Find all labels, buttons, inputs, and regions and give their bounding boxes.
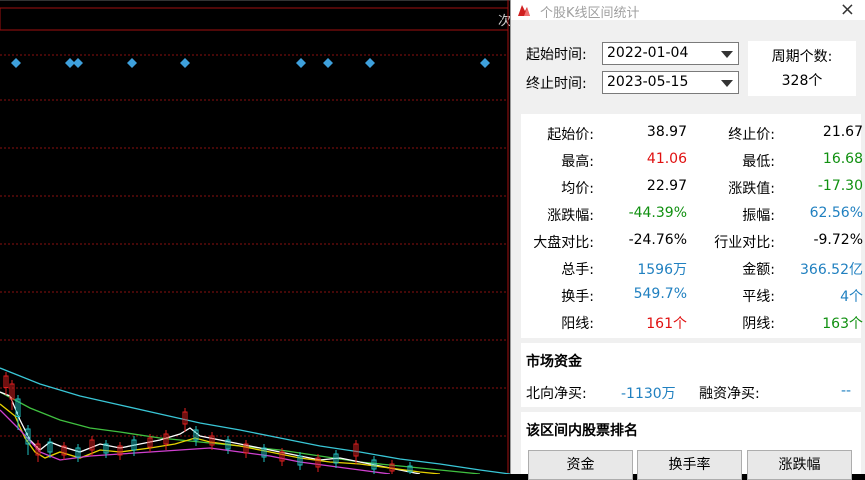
stat-row: 总手: 1596万 金额: 366.52亿 xyxy=(521,259,863,286)
signal-diamond-icon xyxy=(73,58,83,68)
stat-label: 总手: xyxy=(561,262,594,278)
stat-label: 金额: xyxy=(742,262,775,278)
stat-value: -24.76% xyxy=(628,232,687,248)
stat-value: 16.68 xyxy=(822,151,863,167)
stat-row: 大盘对比: -24.76% 行业对比: -9.72% xyxy=(521,232,863,259)
stat-label: 终止价: xyxy=(728,127,775,143)
close-icon[interactable]: × xyxy=(840,0,855,20)
stat-value: 38.97 xyxy=(646,124,687,140)
signal-diamond-icon xyxy=(180,58,190,68)
stat-value: 161个 xyxy=(646,316,687,332)
stat-row: 最高: 41.06 最低: 16.68 xyxy=(521,151,863,178)
kline-chart[interactable]: 次 xyxy=(0,0,510,474)
stat-value: 4个 xyxy=(840,289,863,305)
chevron-down-icon[interactable] xyxy=(721,51,733,58)
signal-diamond-icon xyxy=(296,58,306,68)
stat-label: 阳线: xyxy=(561,316,594,332)
stat-label: 起始价: xyxy=(547,127,594,143)
northbound-label: 北向净买: xyxy=(526,386,587,402)
period-count-box: 周期个数: 328个 xyxy=(748,41,856,96)
stat-value: 1596万 xyxy=(637,262,687,278)
stat-label: 平线: xyxy=(742,289,775,305)
moving-average-line xyxy=(0,391,421,474)
stat-label: 行业对比: xyxy=(714,235,775,251)
chart-toolbar-frame xyxy=(0,7,509,31)
dialog-title: 个股K线区间统计 xyxy=(540,6,640,21)
stat-label: 换手: xyxy=(561,289,594,305)
app-icon xyxy=(518,5,530,16)
stat-label: 涨跌幅: xyxy=(547,208,594,224)
stat-label: 阴线: xyxy=(742,316,775,332)
period-count-value: 328个 xyxy=(781,73,823,89)
rank-by-funds-button[interactable]: 资金 xyxy=(528,450,633,480)
end-time-label: 终止时间: xyxy=(526,76,587,92)
period-count-label: 周期个数: xyxy=(771,49,833,65)
chevron-down-icon[interactable] xyxy=(721,80,733,87)
kline-interval-stats-dialog: 个股K线区间统计 × 起始时间: 2022-01-04 终止时间: 2023-0… xyxy=(510,0,865,480)
moving-average-line xyxy=(0,391,481,474)
margin-buy-label: 融资净买: xyxy=(699,386,760,402)
signal-diamond-icon xyxy=(480,58,490,68)
stat-label: 最低: xyxy=(742,154,775,170)
stat-value: 163个 xyxy=(822,316,863,332)
market-funds-title: 市场资金 xyxy=(526,354,582,370)
market-funds-section: 市场资金 北向净买: -1130万 融资净买: -- xyxy=(521,343,861,407)
stat-row: 起始价: 38.97 终止价: 21.67 xyxy=(521,124,863,151)
ranking-title: 该区间内股票排名 xyxy=(526,423,638,439)
stat-value: 22.97 xyxy=(646,178,687,194)
stat-label: 最高: xyxy=(561,154,594,170)
stat-value: 62.56% xyxy=(809,205,863,221)
stat-label: 大盘对比: xyxy=(533,235,594,251)
stat-row: 均价: 22.97 涨跌值: -17.30 xyxy=(521,178,863,205)
start-time-select[interactable]: 2022-01-04 xyxy=(602,42,739,65)
end-time-select[interactable]: 2023-05-15 xyxy=(602,71,739,94)
signal-diamond-icon xyxy=(323,58,333,68)
stat-row: 阳线: 161个 阴线: 163个 xyxy=(521,313,863,340)
start-time-label: 起始时间: xyxy=(526,47,587,63)
stat-label: 均价: xyxy=(561,181,594,197)
rank-by-change-button[interactable]: 涨跌幅 xyxy=(747,450,852,480)
signal-diamond-icon xyxy=(365,58,375,68)
stats-panel: 起始价: 38.97 终止价: 21.67 最高: 41.06 最低: 16.68 均价: 22.… xyxy=(521,114,863,340)
stat-value: -9.72% xyxy=(813,232,863,248)
signal-diamond-icon xyxy=(11,58,21,68)
signal-diamond-icon xyxy=(127,58,137,68)
rank-by-turnover-button[interactable]: 换手率 xyxy=(637,450,742,480)
stat-label: 振幅: xyxy=(742,208,775,224)
stat-label: 涨跌值: xyxy=(728,181,775,197)
kline-chart-canvas[interactable]: 次 xyxy=(0,0,510,474)
stat-value: -44.39% xyxy=(628,205,687,221)
start-time-value: 2022-01-04 xyxy=(607,45,689,61)
dialog-titlebar[interactable]: 个股K线区间统计 × xyxy=(511,0,865,21)
margin-buy-value: -- xyxy=(841,383,852,399)
stat-value: -17.30 xyxy=(817,178,863,194)
stat-value: 21.67 xyxy=(822,124,863,140)
stat-value: 366.52亿 xyxy=(800,262,863,278)
stat-value: 549.7% xyxy=(633,286,687,302)
end-time-value: 2023-05-15 xyxy=(607,74,689,90)
stat-value: 41.06 xyxy=(646,151,687,167)
northbound-value: -1130万 xyxy=(621,386,676,402)
stat-row: 换手: 549.7% 平线: 4个 xyxy=(521,286,863,313)
stat-row: 涨跌幅: -44.39% 振幅: 62.56% xyxy=(521,205,863,232)
